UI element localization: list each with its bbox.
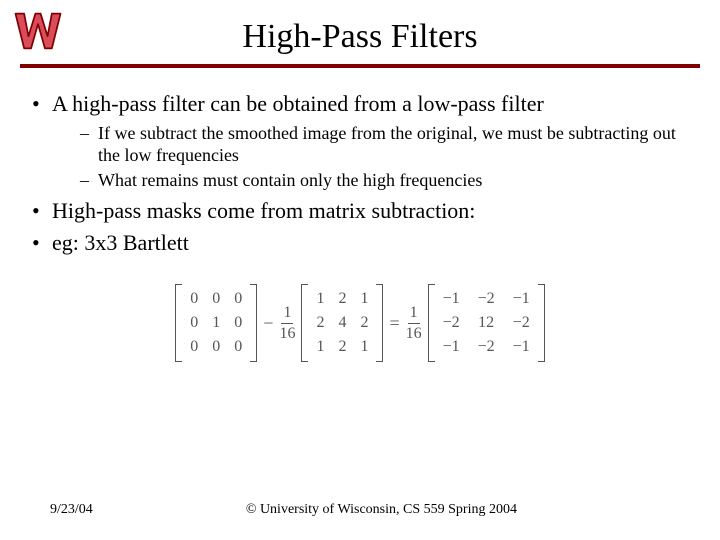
footer-date: 9/23/04 (0, 502, 93, 518)
bullet-2: High-pass masks come from matrix subtrac… (28, 197, 692, 225)
bullet-1-sub-2: What remains must contain only the high … (80, 169, 692, 192)
equation: 000 010 000 − 1 16 121 242 121 (28, 284, 692, 367)
fraction-1-16-left: 1 16 (279, 305, 295, 342)
fraction-1-16-right: 1 16 (406, 305, 422, 342)
slide-title: High-Pass Filters (0, 18, 720, 56)
bullet-1-sub-1: If we subtract the smoothed image from t… (80, 122, 692, 167)
footer-copyright: © University of Wisconsin, CS 559 Spring… (93, 502, 720, 518)
matrix-bartlett: 121 242 121 (301, 284, 383, 362)
bullet-3: eg: 3x3 Bartlett (28, 229, 692, 257)
bullet-1: A high-pass filter can be obtained from … (28, 90, 692, 191)
equals-sign: = (389, 313, 399, 334)
bullet-1-text: A high-pass filter can be obtained from … (52, 91, 544, 116)
slide-content: A high-pass filter can be obtained from … (0, 68, 720, 367)
wisconsin-w-logo (12, 8, 64, 54)
matrix-result: −1−2−1 −212−2 −1−2−1 (428, 284, 545, 362)
minus-sign: − (263, 313, 273, 334)
matrix-identity: 000 010 000 (175, 284, 257, 362)
title-rule (20, 64, 700, 68)
slide-header: High-Pass Filters (0, 0, 720, 68)
slide-footer: 9/23/04 © University of Wisconsin, CS 55… (0, 502, 720, 518)
